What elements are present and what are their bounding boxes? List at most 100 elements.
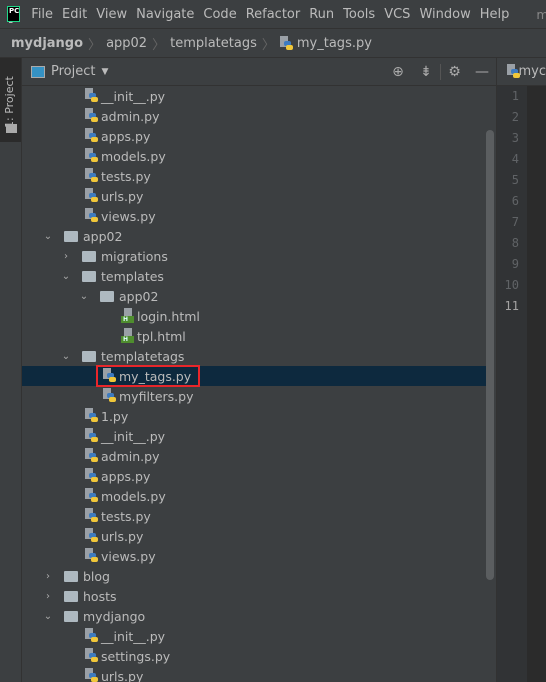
chevron-down-icon[interactable]: ⌄ — [61, 351, 71, 362]
tree-item[interactable]: myfilters.py — [22, 386, 488, 406]
python-file-icon — [85, 548, 98, 563]
tree-item[interactable]: urls.py — [22, 666, 488, 682]
menu-edit[interactable]: Edit — [62, 7, 87, 22]
tree-item[interactable]: ⌄ templatetags — [22, 346, 488, 366]
tree-item-label: models.py — [101, 148, 166, 164]
chevron-down-icon[interactable]: ⌄ — [43, 611, 53, 622]
highlight-box — [96, 365, 200, 387]
tree-item[interactable]: __init__.py — [22, 626, 488, 646]
project-tool-window-header: Project ▼ ⊕ ⇟ ⚙ — — [22, 58, 496, 86]
tree-item-label: admin.py — [101, 448, 160, 464]
tree-item[interactable]: apps.py — [22, 466, 488, 486]
tree-item[interactable]: tests.py — [22, 506, 488, 526]
tree-item[interactable]: › blog — [22, 566, 488, 586]
tree-item-label: urls.py — [101, 668, 144, 682]
python-file-icon — [85, 668, 98, 682]
tree-item-label: apps.py — [101, 128, 151, 144]
breadcrumb-templatetags[interactable]: templatetags — [170, 36, 257, 51]
tree-item[interactable]: Hlogin.html — [22, 306, 488, 326]
tree-item-label: __init__.py — [101, 628, 166, 644]
tree-item-label: templatetags — [101, 348, 185, 364]
python-file-icon — [85, 408, 98, 423]
tree-item-label: migrations — [101, 248, 168, 264]
python-file-icon — [279, 35, 293, 51]
chevron-right-icon[interactable]: › — [43, 571, 53, 582]
tree-item[interactable]: apps.py — [22, 126, 488, 146]
project-tool-tab[interactable]: 1: Project — [0, 58, 21, 142]
chevron-down-icon[interactable]: ⌄ — [79, 291, 89, 302]
breadcrumb-my-tags[interactable]: my_tags.py — [297, 36, 372, 51]
minimize-icon[interactable]: — — [468, 64, 496, 80]
tree-item[interactable]: 1.py — [22, 406, 488, 426]
tree-item[interactable]: my_tags.py — [22, 365, 488, 387]
folder-icon — [64, 611, 78, 622]
chevron-right-icon: 〉 — [88, 37, 102, 53]
tree-item[interactable]: urls.py — [22, 186, 488, 206]
tree-item-label: urls.py — [101, 528, 144, 544]
folder-icon — [64, 591, 78, 602]
menu-refactor[interactable]: Refactor — [246, 7, 301, 22]
tree-item-label: app02 — [83, 228, 123, 244]
tree-item[interactable]: views.py — [22, 546, 488, 566]
caret-down-icon[interactable]: ▼ — [101, 67, 108, 77]
python-file-icon — [507, 64, 520, 79]
menu-navigate[interactable]: Navigate — [136, 7, 194, 22]
chevron-down-icon[interactable]: ⌄ — [61, 271, 71, 282]
tree-item[interactable]: urls.py — [22, 526, 488, 546]
tree-item[interactable]: settings.py — [22, 646, 488, 666]
tree-item-label: admin.py — [101, 108, 160, 124]
tree-item[interactable]: models.py — [22, 486, 488, 506]
left-tool-stripe: 1: Project — [0, 58, 22, 682]
folder-icon — [100, 291, 114, 302]
tree-item-label: blog — [83, 568, 110, 584]
tree-item[interactable]: admin.py — [22, 446, 488, 466]
editor-tab-label: myc — [518, 64, 546, 79]
line-number: 11 — [504, 299, 519, 313]
project-view-selector[interactable]: Project — [51, 64, 95, 79]
tree-item[interactable]: __init__.py — [22, 426, 488, 446]
menu-vcs[interactable]: VCS — [384, 7, 410, 22]
chevron-right-icon: 〉 — [152, 37, 166, 53]
tree-item[interactable]: models.py — [22, 146, 488, 166]
tree-item-label: tpl.html — [137, 328, 186, 344]
menu-help[interactable]: Help — [480, 7, 510, 22]
menu-code[interactable]: Code — [203, 7, 236, 22]
folder-icon — [82, 351, 96, 362]
menu-view[interactable]: View — [96, 7, 127, 22]
chevron-down-icon[interactable]: ⌄ — [43, 231, 53, 242]
menu-window[interactable]: Window — [419, 7, 470, 22]
tree-item[interactable]: ⌄ templates — [22, 266, 488, 286]
menu-file[interactable]: File — [31, 7, 53, 22]
python-file-icon — [85, 188, 98, 203]
tree-item[interactable]: › migrations — [22, 246, 488, 266]
menu-run[interactable]: Run — [309, 7, 334, 22]
tree-item[interactable]: ⌄ app02 — [22, 226, 488, 246]
gear-icon[interactable]: ⚙ — [440, 64, 468, 80]
tree-item[interactable]: ⌄ mydjango — [22, 606, 488, 626]
tree-item[interactable]: Htpl.html — [22, 326, 488, 346]
breadcrumb-app02[interactable]: app02 — [106, 36, 147, 51]
tree-item-label: views.py — [101, 548, 156, 564]
locate-icon[interactable]: ⊕ — [384, 64, 412, 80]
chevron-right-icon[interactable]: › — [43, 591, 53, 602]
chevron-right-icon[interactable]: › — [61, 251, 71, 262]
folder-icon — [82, 251, 96, 262]
breadcrumb-mydjango[interactable]: mydjango — [11, 36, 83, 51]
tree-item[interactable]: admin.py — [22, 106, 488, 126]
menu-tools[interactable]: Tools — [343, 7, 375, 22]
line-number: 3 — [511, 131, 519, 145]
tree-scrollbar[interactable] — [486, 130, 494, 580]
python-file-icon — [85, 448, 98, 463]
collapse-all-icon[interactable]: ⇟ — [412, 64, 440, 80]
tree-item[interactable]: __init__.py — [22, 86, 488, 106]
python-file-icon — [103, 388, 116, 403]
tree-item[interactable]: ⌄ app02 — [22, 286, 488, 306]
menu-bar: PC _ File Edit View Navigate Code Refactor Run T… — [0, 0, 546, 29]
folder-icon — [64, 231, 78, 242]
tree-item[interactable]: views.py — [22, 206, 488, 226]
python-file-icon — [85, 468, 98, 483]
editor-tab[interactable]: myc — [497, 58, 546, 86]
tree-item[interactable]: tests.py — [22, 166, 488, 186]
python-file-icon — [85, 148, 98, 163]
tree-item[interactable]: › hosts — [22, 586, 488, 606]
